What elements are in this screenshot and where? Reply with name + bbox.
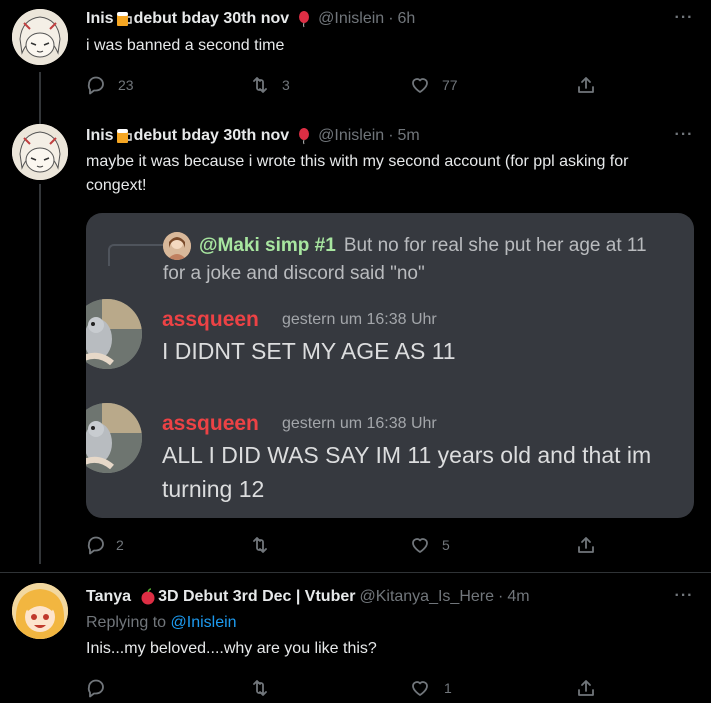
balloon-icon [299,11,310,28]
retweet-icon [253,537,267,553]
like-button[interactable]: 5 [410,535,450,555]
display-name[interactable]: Inis [86,126,114,146]
replying-to-label: Replying to [86,614,167,631]
like-icon [412,78,428,93]
share-icon [578,680,594,696]
avatar[interactable] [12,583,68,639]
separator-dot: · [388,127,394,144]
retweet-button[interactable] [250,535,282,555]
discord-timestamp: gestern um 16:38 Uhr [282,415,437,432]
reply-icon [87,536,104,555]
display-name-suffix[interactable]: 3D Debut 3rd Dec | Vtuber [158,587,355,607]
timestamp[interactable]: 4m [507,587,529,607]
avatar[interactable] [12,9,68,65]
discord-screenshot-image[interactable]: @Maki simp #1 But no for real she put he… [86,213,694,518]
balloon-icon [299,128,310,145]
discord-message: I DIDNT SET MY AGE AS 11 [162,338,456,364]
discord-avatar [86,299,142,369]
tweet-actions: 23 3 77 [86,75,606,97]
tweet-2[interactable]: Inis debut bday 30th nov @Inislein · 5m … [0,112,711,572]
share-button[interactable] [576,75,596,95]
discord-avatar [86,403,142,473]
display-name-suffix[interactable]: debut bday 30th nov [134,9,290,29]
display-name[interactable]: Tanya [86,587,131,607]
reply-count: 23 [118,77,134,93]
avatar[interactable] [12,124,68,180]
tweet-text: maybe it was because i wrote this with m… [86,153,629,194]
reply-button[interactable]: 2 [86,535,124,555]
discord-author: assqueen [162,412,259,435]
replying-to: Replying to @Inislein [86,614,237,632]
share-button[interactable] [576,535,596,555]
replying-to-handle[interactable]: @Inislein [171,614,237,631]
timestamp[interactable]: 6h [398,9,416,29]
share-icon [578,77,594,93]
tweet-header: Inis debut bday 30th nov @Inislein · 5m [86,126,420,146]
separator-dot: · [498,588,504,605]
like-button[interactable]: 1 [410,678,452,698]
more-icon[interactable]: ··· [673,587,695,607]
reply-button[interactable] [86,678,118,698]
retweet-icon [253,680,267,696]
discord-timestamp: gestern um 16:38 Uhr [282,311,437,328]
timestamp[interactable]: 5m [398,126,420,146]
like-icon [412,681,428,696]
reply-avatar [163,232,191,260]
tweet-header: Inis debut bday 30th nov @Inislein · 6h [86,9,415,29]
like-count: 77 [442,77,458,93]
tweet-actions: 2 5 [86,535,606,557]
reply-count: 2 [116,537,124,553]
display-name-suffix[interactable]: debut bday 30th nov [134,126,290,146]
tweet-1[interactable]: Inis debut bday 30th nov @Inislein · 6h … [0,0,711,112]
reply-button[interactable]: 23 [86,75,134,95]
reply-text: But no for real she put her age at 11 [343,235,647,256]
reply-author: @Maki simp #1 [199,235,336,256]
reply-text-continued: for a joke and discord said "no" [163,263,425,284]
separator-dot: · [388,10,394,27]
reply-connector [108,244,166,266]
more-icon[interactable]: ··· [673,126,695,146]
like-count: 1 [444,680,452,696]
beer-icon [116,12,132,26]
retweet-button[interactable]: 3 [250,75,290,95]
reply-icon [87,76,104,95]
like-icon [412,538,428,553]
like-count: 5 [442,537,450,553]
handle[interactable]: @Inislein [318,9,384,29]
tweet-3[interactable]: Tanya 3D Debut 3rd Dec | Vtuber @Kitanya… [0,573,711,703]
discord-author: assqueen [162,308,259,331]
apple-icon [141,588,155,605]
share-icon [578,537,594,553]
reply-icon [87,679,104,698]
share-button[interactable] [576,678,596,698]
display-name[interactable]: Inis [86,9,114,29]
beer-icon [116,129,132,143]
tweet-text: Inis...my beloved....why are you like th… [86,640,377,657]
tweet-header: Tanya 3D Debut 3rd Dec | Vtuber @Kitanya… [86,587,530,607]
retweet-button[interactable] [250,678,282,698]
retweet-count: 3 [282,77,290,93]
tweet-actions: 1 [86,678,606,700]
discord-reply-preview: @Maki simp #1 But no for real she put he… [163,232,647,260]
tweet-text: i was banned a second time [86,37,285,54]
like-button[interactable]: 77 [410,75,458,95]
handle[interactable]: @Inislein [318,126,384,146]
handle[interactable]: @Kitanya_Is_Here [359,587,494,607]
discord-message: ALL I DID WAS SAY IM 11 years old and th… [162,442,652,502]
retweet-icon [253,77,267,93]
more-icon[interactable]: ··· [673,9,695,29]
